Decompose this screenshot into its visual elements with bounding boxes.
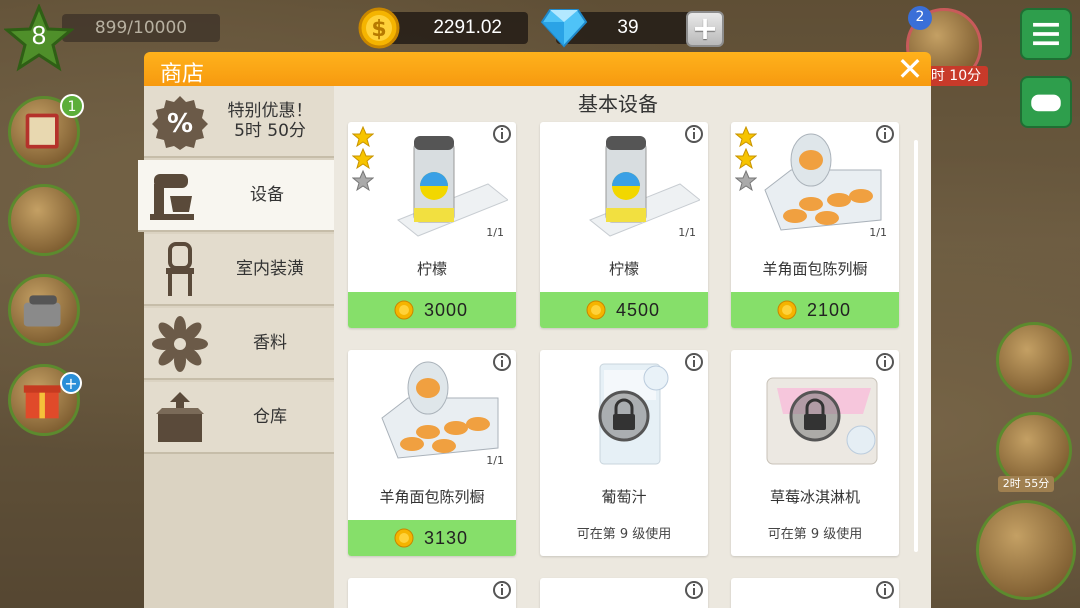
shop-panel: 商店 ✕ % 特别优惠！ 5时 50分 设备 室内装潢 香料 仓库 基本设备 1…	[138, 52, 931, 608]
info-icon[interactable]	[875, 124, 895, 144]
item-name: 柠檬	[416, 260, 447, 278]
phone-icon	[23, 295, 61, 327]
buy-button[interactable]: 3000	[348, 292, 516, 328]
level-number: 8	[31, 20, 47, 50]
coffee-timer: 2时 55分	[998, 476, 1054, 492]
shop-item-card[interactable]	[348, 578, 516, 608]
lock-icon	[598, 390, 650, 442]
info-icon[interactable]	[492, 124, 512, 144]
shop-item-card[interactable]	[731, 578, 899, 608]
item-price: 3000	[424, 300, 469, 320]
sidebar-item-label: 香料	[253, 333, 287, 353]
section-title: 基本设备	[578, 92, 658, 116]
shop-sidebar: % 特别优惠！ 5时 50分 设备 室内装潢 香料 仓库	[138, 86, 334, 608]
lemonade-dispenser-icon	[397, 136, 508, 237]
info-icon[interactable]	[875, 580, 895, 600]
games-button[interactable]	[1020, 76, 1072, 128]
list-icon	[1033, 22, 1059, 46]
diamond-icon	[540, 9, 588, 48]
shop-item-card[interactable]: 1/1 柠檬 4500	[540, 122, 708, 328]
plus-badge: +	[60, 372, 82, 394]
chair-icon	[166, 242, 194, 296]
coin-icon	[394, 300, 414, 320]
coin-icon	[586, 300, 606, 320]
stock-count: 1/1	[486, 454, 504, 467]
info-icon[interactable]	[492, 352, 512, 372]
scrollbar[interactable]	[914, 140, 918, 552]
svg-text:%: %	[167, 109, 193, 139]
lemonade-dispenser-icon	[589, 136, 700, 237]
ingredients-button[interactable]	[8, 184, 80, 256]
unlock-level-text: 可在第 9 级使用	[767, 527, 863, 542]
event-timer: 时 10分	[924, 66, 988, 86]
buy-button[interactable]: 4500	[540, 292, 708, 328]
info-icon[interactable]	[684, 580, 704, 600]
cash-register-button[interactable]	[976, 500, 1076, 600]
buy-button[interactable]: 3130	[348, 520, 516, 556]
shop-item-card[interactable]: 1/1 羊角面包陈列橱 3130	[348, 350, 516, 556]
coin-balance: 2291.02	[380, 12, 528, 44]
shop-title: 商店	[160, 62, 205, 87]
item-name: 羊角面包陈列橱	[762, 260, 868, 278]
shop-item-card[interactable]: 1/1 柠檬 3000	[348, 122, 516, 328]
sidebar-item-decor[interactable]: 室内装潢	[144, 234, 334, 306]
shop-item-card-locked[interactable]: 草莓冰淇淋机 可在第 9 级使用	[731, 350, 899, 556]
stock-count: 1/1	[869, 226, 887, 239]
shop-item-card-locked[interactable]: 葡萄汁 可在第 9 级使用	[540, 350, 708, 556]
item-price: 4500	[616, 300, 661, 320]
close-button[interactable]: ✕	[895, 53, 925, 85]
item-name: 草莓冰淇淋机	[769, 488, 860, 506]
xp-counter: 899/10000	[62, 14, 220, 42]
info-icon[interactable]	[492, 580, 512, 600]
sidebar-item-label: 室内装潢	[236, 259, 304, 279]
map-button[interactable]	[996, 322, 1072, 398]
unlock-level-text: 可在第 9 级使用	[576, 527, 672, 542]
menu-button[interactable]	[1020, 8, 1072, 60]
buy-gems-button[interactable]: +	[686, 11, 724, 47]
shop-header: 商店 ✕	[144, 52, 931, 87]
storage-box-icon	[156, 392, 204, 442]
shop-item-card[interactable]: 1/1 羊角面包陈列橱 2100	[731, 122, 899, 328]
coin-icon: $	[358, 7, 400, 49]
sidebar-item-spices[interactable]: 香料	[144, 308, 334, 380]
event-badge: 2	[908, 6, 932, 30]
gamepad-icon	[1031, 94, 1061, 112]
svg-text:$: $	[371, 17, 386, 42]
item-price: 3130	[424, 528, 469, 548]
notification-badge: 1	[60, 94, 84, 118]
shop-content: 基本设备 1/1 柠檬 3000 1/1 柠檬 4500 1/1 羊角面包陈列橱…	[334, 86, 931, 608]
stock-count: 1/1	[486, 226, 504, 239]
sidebar-item-storage[interactable]: 仓库	[144, 382, 334, 454]
croissant-display-icon	[381, 361, 499, 459]
stock-count: 1/1	[678, 226, 696, 239]
sidebar-item-special-offer[interactable]: % 特别优惠！ 5时 50分	[144, 86, 334, 158]
info-icon[interactable]	[875, 352, 895, 372]
lock-icon	[789, 390, 841, 442]
sidebar-item-label: 仓库	[253, 407, 287, 427]
percent-icon: %	[152, 96, 208, 150]
sidebar-item-equipment[interactable]: 设备	[138, 160, 334, 232]
coin-icon	[777, 300, 797, 320]
mixer-icon	[150, 174, 194, 220]
item-name: 柠檬	[608, 260, 639, 278]
star-anise-icon	[152, 316, 208, 372]
sidebar-item-label: 特别优惠！ 5时 50分	[227, 101, 313, 141]
info-icon[interactable]	[684, 124, 704, 144]
coin-icon	[394, 528, 414, 548]
croissant-display-icon	[764, 133, 882, 231]
sidebar-item-label: 设备	[250, 185, 284, 205]
shop-item-card[interactable]	[540, 578, 708, 608]
buy-button[interactable]: 2100	[731, 292, 899, 328]
info-icon[interactable]	[684, 352, 704, 372]
phone-button[interactable]	[8, 274, 80, 346]
item-name: 葡萄汁	[601, 488, 647, 506]
item-name: 羊角面包陈列橱	[379, 488, 485, 506]
item-price: 2100	[807, 300, 852, 320]
